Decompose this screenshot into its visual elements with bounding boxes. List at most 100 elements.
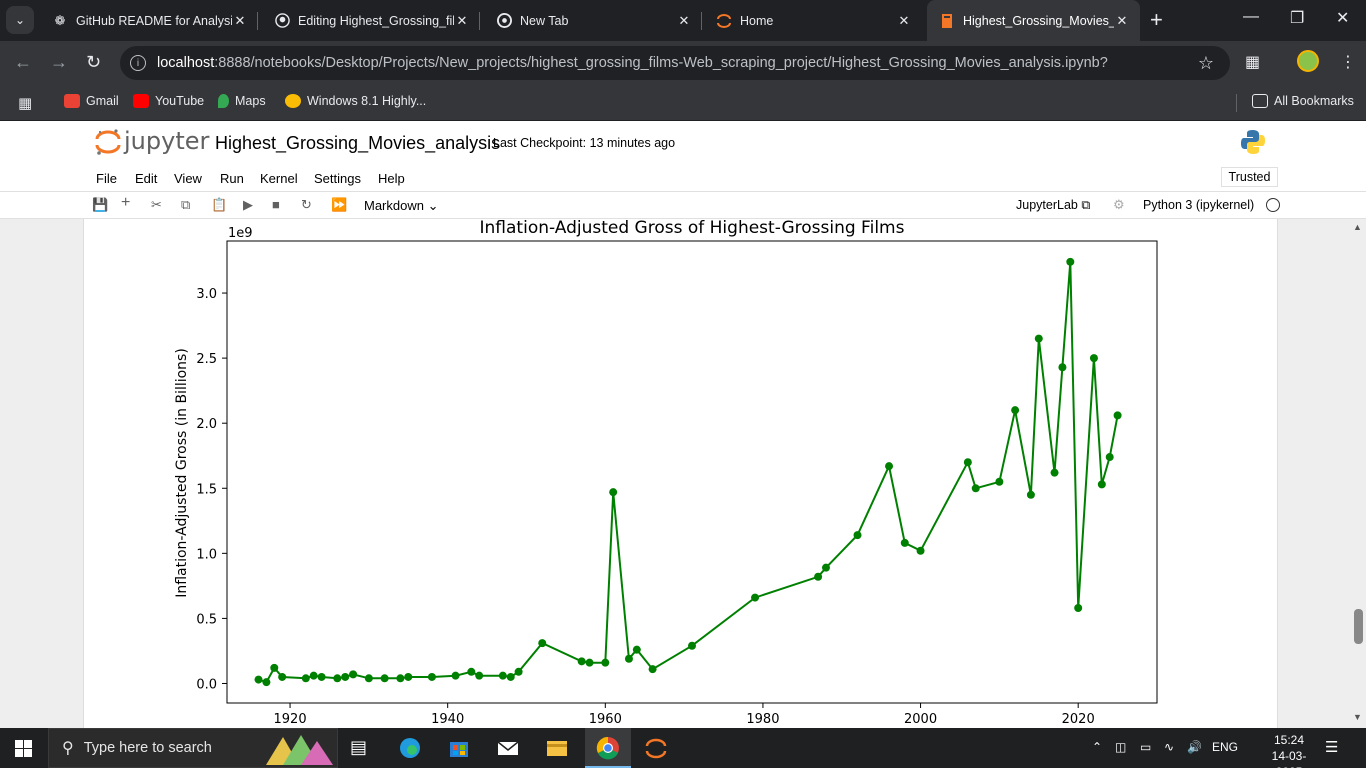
bookmark-youtube[interactable]: YouTube xyxy=(133,94,204,108)
restore-icon[interactable]: ❐ xyxy=(1290,8,1304,28)
data-point xyxy=(1097,480,1106,489)
scrollbar-thumb[interactable] xyxy=(1354,609,1363,644)
meet-now-icon[interactable]: ◫ xyxy=(1115,740,1126,754)
jupyter-taskbar-icon[interactable] xyxy=(644,736,668,760)
close-icon[interactable]: ✕ xyxy=(896,13,912,29)
data-point xyxy=(254,675,263,684)
apps-grid-icon[interactable]: ▦ xyxy=(18,94,32,112)
menu-help[interactable]: Help xyxy=(378,171,405,186)
extensions-icon[interactable]: ▦ xyxy=(1245,52,1260,72)
cut-icon[interactable]: ✂ xyxy=(151,197,162,213)
jupyter-wordmark: jupyter xyxy=(124,127,210,155)
bookmark-label: Maps xyxy=(235,94,266,108)
data-point xyxy=(853,531,862,540)
data-point xyxy=(1113,411,1122,420)
scroll-down-arrow[interactable]: ▼ xyxy=(1353,712,1362,722)
data-point xyxy=(585,658,594,667)
store-icon[interactable] xyxy=(447,736,471,760)
data-point xyxy=(538,639,547,648)
save-icon[interactable]: 💾 xyxy=(92,197,108,213)
battery-icon[interactable]: ▭ xyxy=(1140,740,1151,754)
edge-icon[interactable] xyxy=(398,736,422,760)
scroll-up-arrow[interactable]: ▲ xyxy=(1353,222,1362,232)
chevron-up-icon[interactable]: ⌃ xyxy=(1092,740,1102,754)
kernel-status-icon xyxy=(1266,198,1280,212)
data-point xyxy=(467,667,476,676)
debugger-icon[interactable]: ⚙ xyxy=(1113,197,1125,213)
copy-icon[interactable]: ⧉ xyxy=(181,197,190,213)
clock[interactable]: 15:24 14-03-2025 xyxy=(1264,732,1314,768)
menu-run[interactable]: Run xyxy=(220,171,244,186)
all-bookmarks[interactable]: All Bookmarks xyxy=(1252,94,1354,108)
file-explorer-icon[interactable] xyxy=(545,736,569,760)
volume-icon[interactable]: 🔊 xyxy=(1187,740,1202,754)
plot-frame xyxy=(226,240,1158,704)
language-indicator[interactable]: ENG xyxy=(1212,740,1238,754)
tab-github-readme[interactable]: ❁ GitHub README for Analysis ✕ xyxy=(40,0,258,41)
bookmark-maps[interactable]: Maps xyxy=(218,94,266,108)
x-axis-ticks: 1920 1940 1960 1980 2000 2020 xyxy=(274,703,1095,727)
tab-home[interactable]: Home ✕ xyxy=(704,0,922,41)
back-icon[interactable]: ← xyxy=(14,52,32,73)
run-icon[interactable]: ▶ xyxy=(243,197,253,213)
search-placeholder: Type here to search xyxy=(83,740,212,756)
menu-kernel[interactable]: Kernel xyxy=(260,171,298,186)
close-window-icon[interactable]: ✕ xyxy=(1336,8,1349,28)
wifi-icon[interactable]: ∿ xyxy=(1164,740,1174,754)
jupyterlab-link[interactable]: JupyterLab ⧉ xyxy=(1016,198,1090,213)
stop-icon[interactable]: ■ xyxy=(272,197,280,212)
close-icon[interactable]: ✕ xyxy=(232,13,248,29)
x-tick-label: 1980 xyxy=(746,712,779,727)
paste-icon[interactable]: 📋 xyxy=(211,197,227,213)
close-icon[interactable]: ✕ xyxy=(676,13,692,29)
data-point xyxy=(1026,490,1035,499)
tab-search-button[interactable]: ⌄ xyxy=(6,6,34,34)
menu-settings[interactable]: Settings xyxy=(314,171,361,186)
data-point xyxy=(624,654,633,663)
bookmark-gmail[interactable]: Gmail xyxy=(64,94,119,108)
cell-type-select[interactable]: Markdown ⌄ xyxy=(364,198,439,214)
reload-icon[interactable]: ↻ xyxy=(86,52,101,73)
minimize-icon[interactable]: — xyxy=(1243,8,1259,26)
tab-editing[interactable]: Editing Highest_Grossing_fil ✕ xyxy=(262,0,480,41)
bookmark-windows[interactable]: Windows 8.1 Highly... xyxy=(285,94,426,108)
menu-view[interactable]: View xyxy=(174,171,202,186)
notebook-toolbar: 💾 + ✂ ⧉ 📋 ▶ ■ ↻ ⏩ Markdown ⌄ JupyterLab … xyxy=(0,192,1366,219)
notebook-title[interactable]: Highest_Grossing_Movies_analysis xyxy=(215,133,500,154)
profile-avatar[interactable] xyxy=(1297,50,1319,72)
clock-date: 14-03-2025 xyxy=(1271,749,1307,768)
more-menu-icon[interactable]: ⋮ xyxy=(1340,52,1356,72)
data-point xyxy=(632,645,641,654)
tab-new-tab[interactable]: New Tab ✕ xyxy=(484,0,702,41)
new-tab-button[interactable]: + xyxy=(1150,9,1163,31)
bookmark-star-icon[interactable]: ☆ xyxy=(1198,53,1214,74)
site-info-icon[interactable]: i xyxy=(130,55,146,71)
data-point xyxy=(821,563,830,572)
close-icon[interactable]: ✕ xyxy=(454,13,470,29)
chrome-taskbar-active[interactable] xyxy=(585,728,631,768)
menu-edit[interactable]: Edit xyxy=(135,171,157,186)
bookmark-divider xyxy=(1236,94,1237,112)
taskbar-search[interactable]: ⚲ Type here to search xyxy=(48,728,338,768)
jupyter-logo-icon[interactable] xyxy=(95,128,121,156)
mail-icon[interactable] xyxy=(496,736,520,760)
insert-cell-icon[interactable]: + xyxy=(121,194,130,212)
jupyter-icon xyxy=(716,13,732,29)
notifications-icon[interactable]: ☰ xyxy=(1325,738,1338,756)
forward-icon[interactable]: → xyxy=(50,52,68,73)
close-icon[interactable]: ✕ xyxy=(1114,13,1130,29)
data-point xyxy=(648,665,657,674)
notebook-icon xyxy=(939,13,955,29)
tab-notebook-active[interactable]: Highest_Grossing_Movies_ar ✕ xyxy=(927,0,1140,41)
trusted-indicator[interactable]: Trusted xyxy=(1221,167,1278,187)
external-link-icon: ⧉ xyxy=(1081,198,1091,212)
restart-icon[interactable]: ↻ xyxy=(301,197,312,213)
windows-start-icon[interactable] xyxy=(15,740,32,757)
data-point xyxy=(1050,468,1059,477)
address-bar[interactable]: i localhost:8888/notebooks/Desktop/Proje… xyxy=(120,46,1230,80)
menu-file[interactable]: File xyxy=(96,171,117,186)
run-all-icon[interactable]: ⏩ xyxy=(331,197,347,213)
task-view-icon[interactable]: ▤ xyxy=(350,737,374,761)
kernel-name[interactable]: Python 3 (ipykernel) xyxy=(1143,198,1254,212)
chrome-icon xyxy=(496,13,512,29)
